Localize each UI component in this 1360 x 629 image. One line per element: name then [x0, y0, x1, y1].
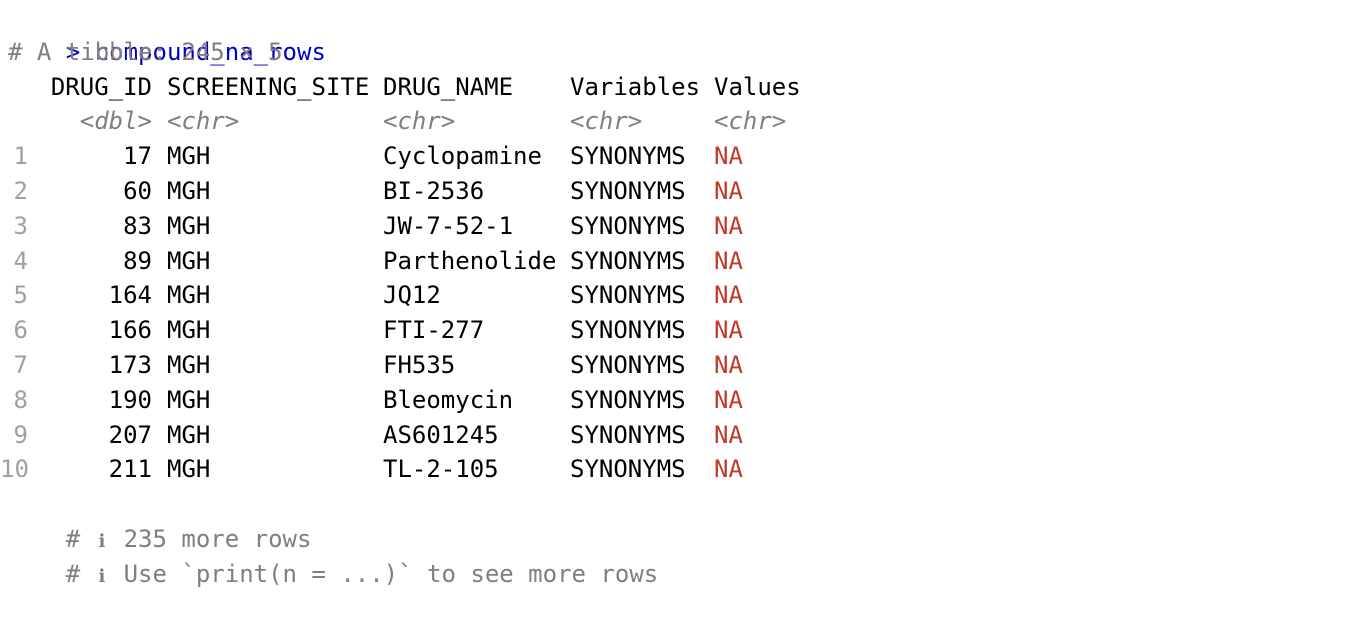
cell-variables: SYNONYMS [570, 316, 686, 345]
cell-drug-id: 211 [108, 455, 152, 484]
table-row: 8 190 MGH Bleomycin SYNONYMS NA [8, 383, 1348, 418]
cell-values: NA [714, 281, 743, 310]
cell-variables: SYNONYMS [570, 142, 686, 171]
cell-values: NA [714, 142, 743, 171]
cell-drug-id: 164 [108, 281, 152, 310]
column-type-screening-site: <chr> [167, 107, 240, 136]
cell-variables: SYNONYMS [570, 420, 686, 449]
table-row: 4 89 MGH Parthenolide SYNONYMS NA [8, 244, 1348, 279]
table-row: 2 60 MGH BI-2536 SYNONYMS NA [8, 174, 1348, 209]
cell-values: NA [714, 455, 743, 484]
cell-values: NA [714, 211, 743, 240]
cell-drug-name: Bleomycin [383, 385, 514, 414]
cell-drug-name: FTI-277 [383, 316, 485, 345]
cell-drug-name: AS601245 [383, 420, 499, 449]
footer-more-rows: # ℹ 235 more rows [8, 487, 312, 553]
cell-screening-site: MGH [167, 142, 211, 171]
table-row: 7 173 MGH FH535 SYNONYMS NA [8, 348, 1348, 383]
cell-screening-site: MGH [167, 455, 211, 484]
cell-drug-name: JQ12 [383, 281, 441, 310]
cell-variables: SYNONYMS [570, 385, 686, 414]
cell-screening-site: MGH [167, 420, 211, 449]
cell-screening-site: MGH [167, 351, 211, 379]
cell-drug-name: FH535 [383, 351, 456, 379]
cell-screening-site: MGH [167, 211, 211, 240]
cell-drug-name: Cyclopamine [383, 142, 542, 171]
cell-values: NA [714, 316, 743, 345]
table-row: 10 211 MGH TL-2-105 SYNONYMS NA [0, 452, 1348, 487]
cell-values: NA [714, 351, 743, 379]
footer-hint: # ℹ Use `print(n = ...)` to see more row… [8, 522, 658, 588]
cell-variables: SYNONYMS [570, 177, 686, 205]
cell-screening-site: MGH [167, 316, 211, 345]
cell-variables: SYNONYMS [570, 281, 686, 310]
cell-screening-site: MGH [167, 177, 211, 205]
cell-variables: SYNONYMS [570, 455, 686, 484]
cell-drug-name: JW-7-52-1 [383, 211, 514, 240]
r-console[interactable]: > compound_na_rows # A tibble: 245 × 5 D… [0, 0, 1360, 588]
column-type-drug-id: <dbl> [79, 107, 152, 136]
footer-hash: # [65, 559, 81, 588]
info-icon: ℹ [98, 565, 106, 587]
cell-drug-id: 60 [123, 177, 152, 205]
cell-drug-id: 207 [108, 420, 152, 449]
cell-drug-id: 173 [108, 351, 152, 379]
column-type-variables: <chr> [570, 107, 643, 136]
column-name-drug-id: DRUG_ID [50, 72, 152, 101]
hint-text: Use `print(n = ...)` to see more rows [123, 559, 659, 588]
command-line: > compound_na_rows [8, 0, 326, 66]
cell-variables: SYNONYMS [570, 211, 686, 240]
table-row: 9 207 MGH AS601245 SYNONYMS NA [8, 418, 1348, 453]
cell-screening-site: MGH [167, 385, 211, 414]
column-name-screening-site: SCREENING_SITE [167, 72, 370, 101]
column-name-drug-name: DRUG_NAME [383, 72, 514, 101]
cell-screening-site: MGH [167, 246, 211, 275]
cell-values: NA [714, 246, 743, 275]
cell-drug-name: BI-2536 [383, 177, 485, 205]
cell-variables: SYNONYMS [570, 246, 686, 275]
cell-screening-site: MGH [167, 281, 211, 310]
cell-values: NA [714, 385, 743, 414]
cell-drug-id: 17 [123, 142, 152, 171]
cell-drug-id: 166 [108, 316, 152, 345]
table-row: 5 164 MGH JQ12 SYNONYMS NA [8, 278, 1348, 313]
tibble-header: # A tibble: 245 × 5 [8, 37, 283, 66]
cell-values: NA [714, 420, 743, 449]
column-header-row: DRUG_ID SCREENING_SITE DRUG_NAME Variabl… [8, 70, 1348, 105]
cell-drug-id: 83 [123, 211, 152, 240]
cell-drug-name: Parthenolide [383, 246, 557, 275]
table-row: 1 17 MGH Cyclopamine SYNONYMS NA [8, 139, 1348, 174]
cell-drug-id: 190 [108, 385, 152, 414]
cell-values: NA [714, 177, 743, 205]
column-type-row: <dbl> <chr> <chr> <chr> <chr> [8, 104, 1348, 139]
table-row: 3 83 MGH JW-7-52-1 SYNONYMS NA [8, 209, 1348, 244]
cell-drug-name: TL-2-105 [383, 455, 499, 484]
column-type-values: <chr> [714, 107, 787, 136]
table-row: 6 166 MGH FTI-277 SYNONYMS NA [8, 313, 1348, 348]
column-name-values: Values [714, 72, 801, 101]
cell-variables: SYNONYMS [570, 351, 686, 379]
column-type-drug-name: <chr> [383, 107, 456, 136]
cell-drug-id: 89 [123, 246, 152, 275]
column-name-variables: Variables [570, 72, 701, 101]
